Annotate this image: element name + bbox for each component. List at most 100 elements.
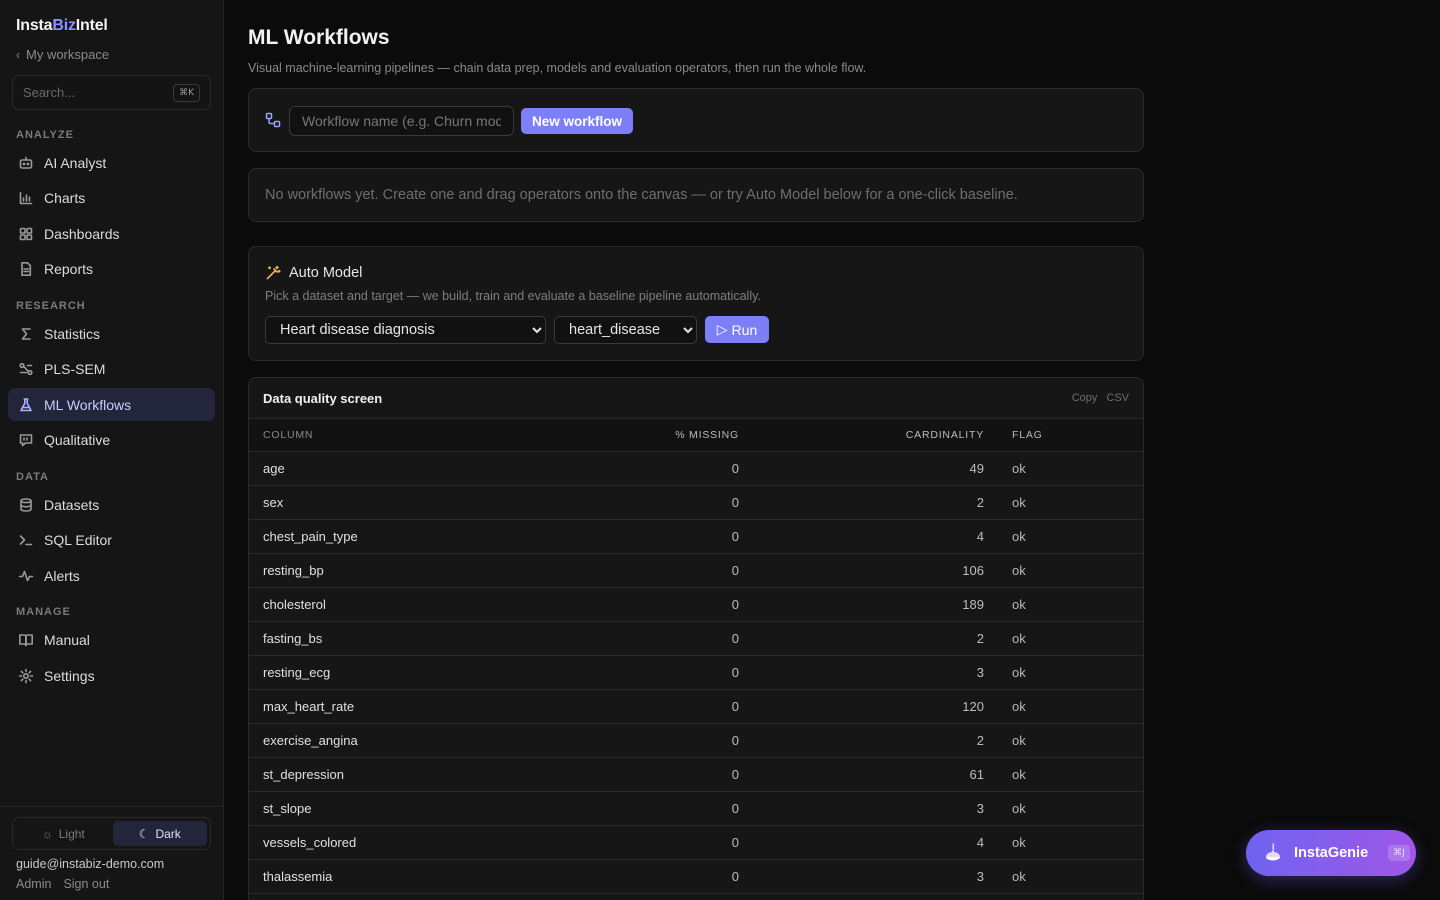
- cell-cardinality: 4: [739, 519, 984, 554]
- cell-flag: ok: [984, 451, 1143, 486]
- sidebar: InstaBizIntel ‹ My workspace ⌘K ANALYZE …: [0, 0, 224, 900]
- cell-column: vessels_colored: [249, 825, 579, 860]
- cell-cardinality: 61: [739, 757, 984, 792]
- cell-cardinality: 106: [739, 553, 984, 588]
- table-header-row: COLUMN % MISSING CARDINALITY FLAG: [249, 418, 1143, 452]
- table-row: exercise_angina 0 2 ok: [249, 723, 1143, 758]
- cell-column: st_depression: [249, 757, 579, 792]
- new-workflow-button[interactable]: New workflow: [521, 108, 633, 134]
- table-row: sex 0 2 ok: [249, 485, 1143, 520]
- sidebar-item-charts[interactable]: Charts: [8, 181, 215, 214]
- page-title: ML Workflows: [248, 26, 390, 49]
- sidebar-item-label: Reports: [44, 260, 94, 277]
- cell-column: max_heart_rate: [249, 689, 579, 724]
- cell-cardinality: 2: [739, 723, 984, 758]
- new-workflow-card: New workflow: [248, 88, 1144, 152]
- sidebar-item-statistics[interactable]: Statistics: [8, 317, 215, 350]
- section-label-data: DATA: [16, 471, 49, 483]
- workflow-icon: [265, 112, 281, 128]
- sidebar-item-qualitative[interactable]: Qualitative: [8, 423, 215, 456]
- sidebar-item-label: Statistics: [44, 325, 101, 342]
- back-to-workspace-link[interactable]: ‹ My workspace: [16, 47, 109, 62]
- cell-column: chest_pain_type: [249, 519, 579, 554]
- table-row: st_slope 0 3 ok: [249, 791, 1143, 826]
- header-cardinality[interactable]: CARDINALITY: [739, 418, 984, 452]
- theme-dark-option[interactable]: ☾ Dark: [112, 821, 207, 846]
- cell-missing: 0: [579, 791, 739, 826]
- sidebar-footer: ☼ Light ☾ Dark guide@instabiz-demo.com A…: [0, 806, 223, 900]
- dataset-select[interactable]: Heart disease diagnosis: [265, 316, 546, 344]
- target-select[interactable]: heart_disease: [554, 316, 697, 344]
- csv-button[interactable]: CSV: [1106, 392, 1129, 404]
- cell-column: resting_bp: [249, 553, 579, 588]
- path-model-icon: [19, 362, 33, 375]
- copy-button[interactable]: Copy: [1072, 392, 1098, 404]
- table-row: max_heart_rate 0 120 ok: [249, 689, 1143, 724]
- theme-dark-label: Dark: [155, 826, 181, 841]
- pulse-icon: [18, 570, 34, 581]
- cell-missing: 0: [579, 859, 739, 894]
- sidebar-item-label: Qualitative: [44, 431, 111, 448]
- sidebar-item-label: Charts: [44, 189, 86, 206]
- sidebar-item-datasets[interactable]: Datasets: [8, 488, 215, 521]
- sidebar-item-label: SQL Editor: [44, 531, 112, 548]
- cell-flag: ok: [984, 587, 1143, 622]
- sidebar-item-sql-editor[interactable]: SQL Editor: [8, 523, 215, 556]
- cell-flag: ok: [984, 859, 1143, 894]
- data-quality-title: Data quality screen: [263, 391, 383, 406]
- brand-logo[interactable]: InstaBizIntel: [16, 17, 108, 35]
- sidebar-item-settings[interactable]: Settings: [8, 659, 215, 692]
- sidebar-item-label: ML Workflows: [44, 396, 132, 413]
- cell-missing: 0: [579, 825, 739, 860]
- auto-model-title: Auto Model: [289, 265, 363, 281]
- admin-link[interactable]: Admin: [16, 877, 51, 891]
- sidebar-item-manual[interactable]: Manual: [8, 623, 215, 656]
- cell-missing: 0: [579, 655, 739, 690]
- theme-light-option[interactable]: ☼ Light: [16, 821, 111, 846]
- cell-flag: ok: [984, 723, 1143, 758]
- sidebar-item-ml-workflows[interactable]: ML Workflows: [8, 388, 215, 421]
- magic-wand-icon: [266, 265, 281, 280]
- cell-cardinality: 120: [739, 689, 984, 724]
- cell-missing: 0: [579, 451, 739, 486]
- sidebar-item-label: AI Analyst: [44, 154, 107, 171]
- cell-flag: ok: [984, 655, 1143, 690]
- cell-flag: ok: [984, 485, 1143, 520]
- theme-light-label: Light: [58, 826, 85, 841]
- cell-column: resting_ecg: [249, 655, 579, 690]
- run-label: Run: [731, 321, 758, 338]
- sidebar-item-dashboards[interactable]: Dashboards: [8, 217, 215, 250]
- sidebar-item-reports[interactable]: Reports: [8, 252, 215, 285]
- header-flag[interactable]: FLAG: [984, 418, 1143, 452]
- header-column[interactable]: COLUMN: [249, 418, 579, 452]
- workflow-name-input[interactable]: [289, 106, 514, 136]
- table-row: st_depression 0 61 ok: [249, 757, 1143, 792]
- cell-column: exercise_angina: [249, 723, 579, 758]
- sun-icon: ☼: [41, 826, 53, 841]
- search-input[interactable]: [23, 85, 163, 100]
- cell-column: st_slope: [249, 791, 579, 826]
- page-subtitle: Visual machine-learning pipelines — chai…: [248, 61, 867, 75]
- instagenie-button[interactable]: InstaGenie ⌘J: [1246, 830, 1416, 876]
- sign-out-link[interactable]: Sign out: [63, 877, 109, 891]
- sidebar-item-alerts[interactable]: Alerts: [8, 559, 215, 592]
- table-row: vessels_colored 0 4 ok: [249, 825, 1143, 860]
- sidebar-item-ai-analyst[interactable]: AI Analyst: [8, 146, 215, 179]
- cell-column: sex: [249, 485, 579, 520]
- robot-icon: [19, 156, 33, 169]
- genie-lamp-icon: [1266, 843, 1280, 861]
- table-row: chest_pain_type 0 4 ok: [249, 519, 1143, 554]
- cell-missing: 0: [579, 553, 739, 588]
- sidebar-item-pls-sem[interactable]: PLS-SEM: [8, 352, 215, 385]
- cell-cardinality: 3: [739, 859, 984, 894]
- table-row: age 0 49 ok: [249, 451, 1143, 486]
- header-missing[interactable]: % MISSING: [579, 418, 739, 452]
- cell-missing: 0: [579, 587, 739, 622]
- auto-model-subtitle: Pick a dataset and target — we build, tr…: [265, 289, 761, 303]
- section-label-analyze: ANALYZE: [16, 129, 74, 141]
- auto-model-heading: Auto Model: [265, 265, 362, 281]
- table-row: fasting_bs 0 2 ok: [249, 621, 1143, 656]
- run-button[interactable]: ▷ Run: [705, 316, 769, 343]
- table-body: age 0 49 ok sex 0 2 ok chest_pain_type 0 4 ok restin…: [249, 451, 1143, 894]
- data-quality-actions: Copy CSV: [1072, 392, 1129, 404]
